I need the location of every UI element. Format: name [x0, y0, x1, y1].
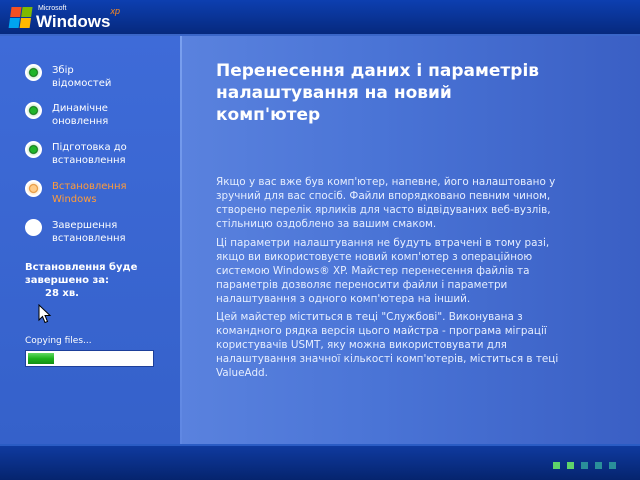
step-label: Динамічне оновлення: [52, 103, 109, 127]
activity-dot: [567, 462, 574, 469]
activity-dot: [581, 462, 588, 469]
step-done-icon: [25, 64, 42, 81]
step-label: Встановлення Windows: [52, 181, 127, 205]
windows-xp-logo: Microsoft Windowsxp: [8, 4, 120, 31]
copy-progress-bar: [25, 350, 154, 367]
setup-steps-sidebar: Збір відомостей Динамічне оновлення Підг…: [0, 36, 180, 444]
mouse-pointer-icon: [38, 304, 52, 324]
step-collecting-info: Збір відомостей: [25, 64, 175, 90]
step-preparing-install: Підготовка до встановлення: [25, 141, 175, 167]
windows-flag-icon: [8, 7, 33, 29]
activity-dot: [609, 462, 616, 469]
step-label: Завершення встановлення: [52, 220, 126, 244]
step-dynamic-update: Динамічне оновлення: [25, 102, 175, 128]
step-label: Збір відомостей: [52, 65, 112, 89]
sidebar-divider: [180, 36, 182, 444]
info-panel-title: Перенесення даних і параметрів налаштува…: [216, 60, 596, 126]
logo-microsoft: Microsoft: [38, 4, 67, 12]
top-banner: Microsoft Windowsxp: [0, 0, 640, 36]
setup-main-area: Збір відомостей Динамічне оновлення Підг…: [0, 36, 640, 444]
progress-label: Copying files...: [25, 336, 92, 346]
logo-wordmark: Microsoft Windowsxp: [36, 4, 120, 31]
bottom-banner: [0, 444, 640, 480]
logo-windows: Windows: [36, 11, 111, 31]
progress-fill: [28, 353, 54, 364]
step-finalizing: Завершення встановлення: [25, 219, 175, 245]
page-title: Перенесення даних і параметрів налаштува…: [216, 61, 540, 125]
step-done-icon: [25, 141, 42, 158]
step-installing-windows: Встановлення Windows: [25, 180, 175, 206]
info-paragraph-1: Якщо у вас вже був комп'ютер, напевне, й…: [216, 176, 556, 230]
step-pending-icon: [25, 219, 42, 236]
step-current-icon: [25, 180, 42, 197]
info-paragraph-2: Ці параметри налаштування не будуть втра…: [216, 237, 550, 305]
activity-dot: [553, 462, 560, 469]
time-remaining: Встановлення буде завершено за: 28 хв.: [25, 261, 175, 300]
info-paragraph-3: Цей майстер міститься в теці "Службові".…: [216, 311, 559, 379]
activity-indicator: [553, 462, 616, 469]
time-remaining-value: 28 хв.: [45, 288, 79, 299]
logo-xp: xp: [110, 5, 120, 16]
activity-dot: [595, 462, 602, 469]
step-label: Підготовка до встановлення: [52, 142, 127, 166]
step-done-icon: [25, 102, 42, 119]
